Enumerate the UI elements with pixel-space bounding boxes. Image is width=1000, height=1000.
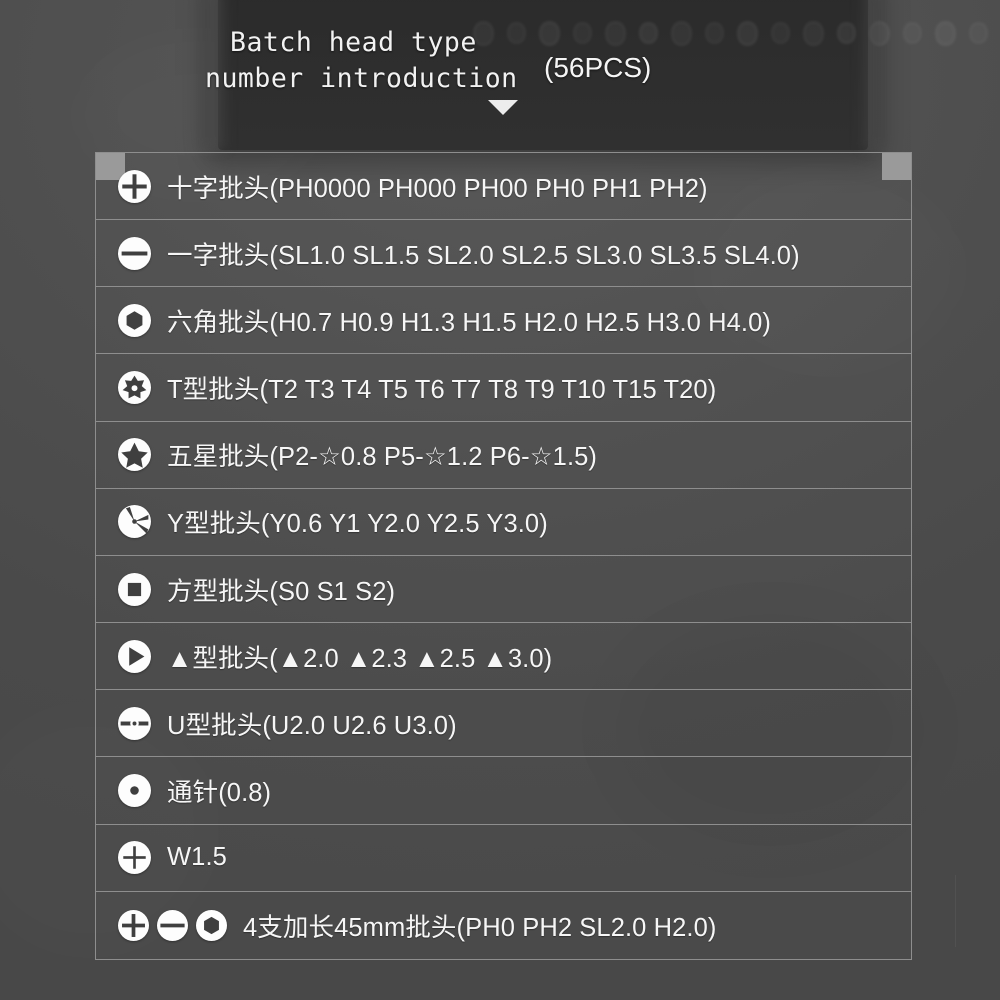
row-label: U型批头(U2.0 U2.6 U3.0) [167, 711, 457, 740]
row-icons [118, 773, 151, 807]
row-label: 十字批头(PH0000 PH000 PH00 PH0 PH1 PH2) [167, 174, 708, 203]
tri-wing-y-icon [118, 505, 151, 539]
phillips-cross-icon [118, 909, 149, 941]
u-fork-icon [118, 706, 151, 740]
slotted-minus-icon [157, 909, 188, 941]
hex-icon [118, 303, 151, 337]
table-row[interactable]: W1.5 [96, 825, 911, 892]
page-root: Batch head type number introduction (56P… [0, 0, 1000, 1000]
table-row[interactable]: 方型批头(S0 S1 S2) [96, 556, 911, 624]
torx-star-icon [118, 371, 151, 405]
triangle-down-icon [488, 100, 518, 115]
row-icons [118, 841, 151, 875]
row-icons [118, 236, 151, 270]
row-label: 4支加长45mm批头(PH0 PH2 SL2.0 H2.0) [243, 913, 717, 942]
background-artifact [955, 875, 956, 947]
row-label: ▲型批头(▲2.0 ▲2.3 ▲2.5 ▲3.0) [167, 644, 553, 673]
pentalobe-star-icon [118, 438, 151, 472]
row-label: 六角批头(H0.7 H0.9 H1.3 H1.5 H2.0 H2.5 H3.0 … [167, 308, 771, 337]
triangle-icon [118, 639, 151, 673]
row-icons [118, 303, 151, 337]
hex-icon [196, 909, 227, 941]
table-row[interactable]: 十字批头(PH0000 PH000 PH00 PH0 PH1 PH2) [96, 153, 911, 221]
row-label: 方型批头(S0 S1 S2) [167, 577, 396, 606]
pin-dot-icon [118, 773, 151, 807]
row-label: 一字批头(SL1.0 SL1.5 SL2.0 SL2.5 SL3.0 SL3.5… [167, 241, 800, 270]
table-row[interactable]: 通针(0.8) [96, 757, 911, 825]
row-label: Y型批头(Y0.6 Y1 Y2.0 Y2.5 Y3.0) [167, 510, 548, 539]
row-icons [118, 572, 151, 606]
table-row[interactable]: 一字批头(SL1.0 SL1.5 SL2.0 SL2.5 SL3.0 SL3.5… [96, 220, 911, 288]
square-icon [118, 572, 151, 606]
slotted-minus-icon [118, 236, 151, 270]
table-rows-container: 十字批头(PH0000 PH000 PH00 PH0 PH1 PH2) 一字批头(… [96, 153, 911, 959]
row-icons [118, 706, 151, 740]
table-row[interactable]: U型批头(U2.0 U2.6 U3.0) [96, 690, 911, 758]
row-label: 五星批头(P2-☆0.8 P5-☆1.2 P6-☆1.5) [167, 443, 598, 472]
row-icons [118, 505, 151, 539]
piece-count-label: (56PCS) [544, 52, 652, 83]
cross-thin-icon [118, 841, 151, 875]
row-icons [118, 371, 151, 405]
row-icons [118, 169, 151, 203]
table-row[interactable]: T型批头(T2 T3 T4 T5 T6 T7 T8 T9 T10 T15 T20… [96, 354, 911, 422]
row-label: W1.5 [167, 843, 227, 872]
table-row[interactable]: 4支加长45mm批头(PH0 PH2 SL2.0 H2.0) [96, 892, 911, 959]
table-row[interactable]: 五星批头(P2-☆0.8 P5-☆1.2 P6-☆1.5) [96, 422, 911, 489]
row-icons [118, 639, 151, 673]
page-title-line-1: Batch head type [230, 27, 477, 58]
page-title-line-2: number introduction [205, 63, 518, 94]
row-label: T型批头(T2 T3 T4 T5 T6 T7 T8 T9 T10 T15 T20… [167, 376, 717, 405]
row-icons [118, 438, 151, 472]
row-label: 通针(0.8) [167, 778, 272, 807]
table-row[interactable]: 六角批头(H0.7 H0.9 H1.3 H1.5 H2.0 H2.5 H3.0 … [96, 287, 911, 355]
bit-type-table: 十字批头(PH0000 PH000 PH00 PH0 PH1 PH2) 一字批头(… [95, 152, 912, 960]
table-row[interactable]: Y型批头(Y0.6 Y1 Y2.0 Y2.5 Y3.0) [96, 489, 911, 556]
phillips-cross-icon [118, 169, 151, 203]
row-icons [118, 909, 227, 941]
table-row[interactable]: ▲型批头(▲2.0 ▲2.3 ▲2.5 ▲3.0) [96, 623, 911, 691]
